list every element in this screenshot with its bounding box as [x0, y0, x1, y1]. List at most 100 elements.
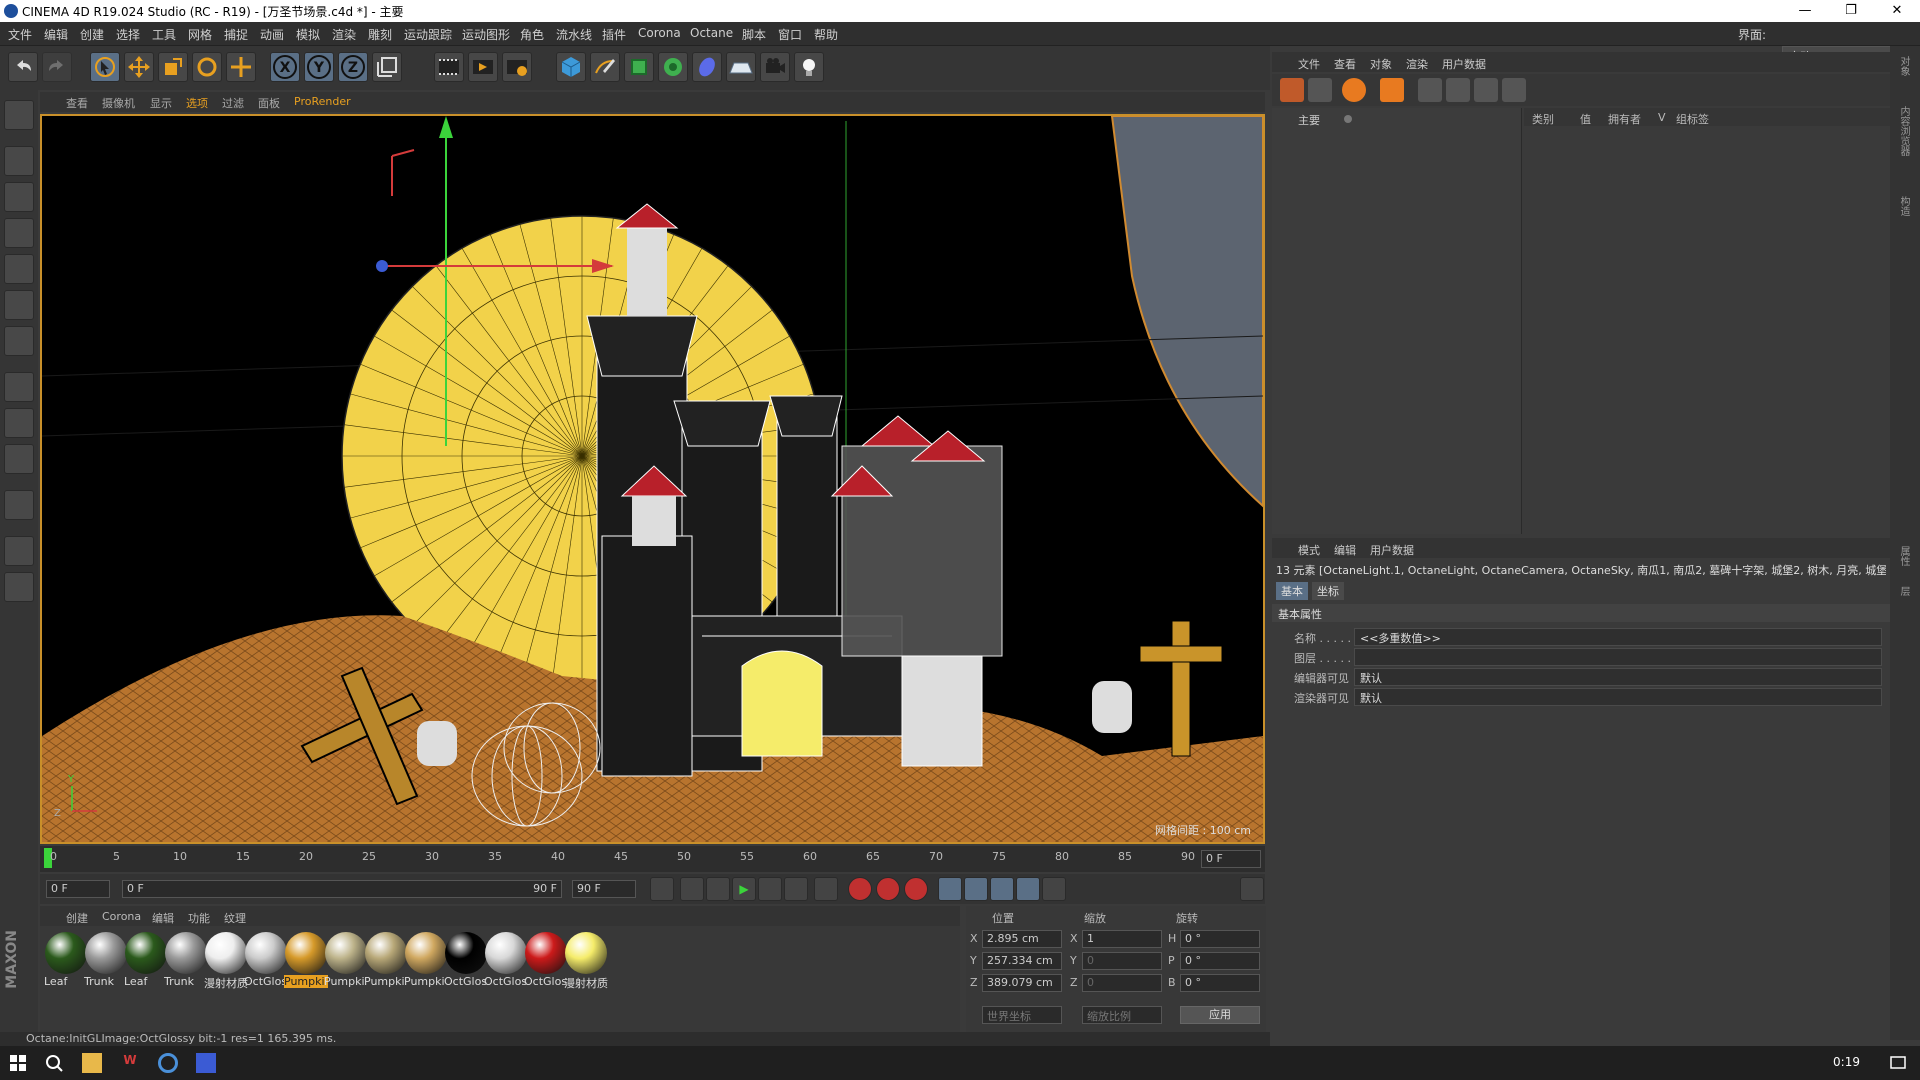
- live-selection-icon[interactable]: [226, 52, 256, 82]
- material-swatch[interactable]: Leaf: [124, 932, 168, 996]
- menu-select[interactable]: 选择: [116, 26, 140, 43]
- object-tree[interactable]: 主要: [1272, 108, 1522, 534]
- material-swatch[interactable]: Leaf: [44, 932, 88, 996]
- render-view-icon[interactable]: [434, 52, 464, 82]
- pos-z-field[interactable]: 389.079 cm: [982, 974, 1062, 992]
- scale-tool-icon[interactable]: [158, 52, 188, 82]
- material-swatch[interactable]: 漫射材质: [204, 932, 248, 996]
- material-swatch[interactable]: Trunk: [164, 932, 208, 996]
- render-settings-icon[interactable]: [502, 52, 532, 82]
- rot-b-field[interactable]: 0 °: [1180, 974, 1260, 992]
- record-parameter-icon[interactable]: [1016, 877, 1040, 901]
- material-swatch[interactable]: 漫射材质: [564, 932, 608, 996]
- mat-menu-edit[interactable]: 编辑: [152, 910, 174, 926]
- render-to-picture-viewer-icon[interactable]: [468, 52, 498, 82]
- editor-visible-select[interactable]: 默认: [1354, 668, 1882, 686]
- rot-p-field[interactable]: 0 °: [1180, 952, 1260, 970]
- light-icon[interactable]: [794, 52, 824, 82]
- side-tab-structure[interactable]: 构造: [1896, 196, 1911, 216]
- record-scale-icon[interactable]: [964, 877, 988, 901]
- material-swatch[interactable]: Pumpki: [404, 932, 448, 996]
- scale-z-field[interactable]: 0: [1082, 974, 1162, 992]
- side-tab-layers[interactable]: 层: [1896, 586, 1911, 596]
- range-slider[interactable]: 0 F 90 F: [122, 880, 562, 898]
- rot-h-field[interactable]: 0 °: [1180, 930, 1260, 948]
- menu-snap[interactable]: 捕捉: [224, 26, 248, 43]
- minimize-button[interactable]: —: [1782, 0, 1828, 22]
- timeline-window-icon[interactable]: [1240, 877, 1264, 901]
- polygons-mode-icon[interactable]: [4, 326, 34, 356]
- attr-menu-mode[interactable]: 模式: [1298, 542, 1320, 558]
- record-active-objects-icon[interactable]: [848, 877, 872, 901]
- obj-menu-view[interactable]: 查看: [1334, 56, 1356, 72]
- menu-octane[interactable]: Octane: [690, 26, 733, 40]
- pos-y-field[interactable]: 257.334 cm: [982, 952, 1062, 970]
- subdivision-surface-icon[interactable]: [624, 52, 654, 82]
- record-pla-icon[interactable]: [1042, 877, 1066, 901]
- obj-menu-objects[interactable]: 对象: [1370, 56, 1392, 72]
- keyframe-selection-icon[interactable]: [904, 877, 928, 901]
- points-mode-icon[interactable]: [4, 254, 34, 284]
- octane-light-icon[interactable]: [1380, 78, 1404, 102]
- scale-y-field[interactable]: 0: [1082, 952, 1162, 970]
- material-swatch[interactable]: Trunk: [84, 932, 128, 996]
- menu-simulate[interactable]: 模拟: [296, 26, 320, 43]
- workplane-icon[interactable]: [4, 536, 34, 566]
- file-explorer-icon[interactable]: [82, 1053, 102, 1073]
- next-key-icon[interactable]: [784, 877, 808, 901]
- material-swatch[interactable]: Pumpki: [364, 932, 408, 996]
- attr-menu-user-data[interactable]: 用户数据: [1370, 542, 1414, 558]
- material-swatch[interactable]: OctGlos: [524, 932, 568, 996]
- model-mode-icon[interactable]: [4, 146, 34, 176]
- vp-menu-display[interactable]: 显示: [150, 95, 172, 111]
- workplane-mode-icon[interactable]: [4, 218, 34, 248]
- notifications-icon[interactable]: [1888, 1053, 1908, 1073]
- menu-mesh[interactable]: 网格: [188, 26, 212, 43]
- menu-motion-tracker[interactable]: 运动跟踪: [404, 26, 452, 43]
- mat-menu-texture[interactable]: 纹理: [224, 910, 246, 926]
- camera-icon[interactable]: [760, 52, 790, 82]
- record-rotation-icon[interactable]: [990, 877, 1014, 901]
- x-axis-lock-icon[interactable]: X: [270, 52, 300, 82]
- rotate-tool-icon[interactable]: [192, 52, 222, 82]
- menu-sculpt[interactable]: 雕刻: [368, 26, 392, 43]
- pen-spline-icon[interactable]: [590, 52, 620, 82]
- octane-live-viewer-icon[interactable]: [1280, 78, 1304, 102]
- texture-mode-icon[interactable]: [4, 182, 34, 212]
- tab-coord[interactable]: 坐标: [1312, 582, 1344, 600]
- next-frame-icon[interactable]: [758, 877, 782, 901]
- menu-pipeline[interactable]: 流水线: [556, 26, 592, 43]
- y-axis-lock-icon[interactable]: Y: [304, 52, 334, 82]
- menu-window[interactable]: 窗口: [778, 26, 802, 43]
- layer-field[interactable]: [1354, 648, 1882, 666]
- z-axis-lock-icon[interactable]: Z: [338, 52, 368, 82]
- scale-mode-select[interactable]: 缩放比例: [1082, 1006, 1162, 1024]
- make-editable-icon[interactable]: [4, 100, 34, 130]
- side-tab-attributes[interactable]: 属性: [1896, 546, 1911, 566]
- material-swatch[interactable]: OctGlos: [444, 932, 488, 996]
- tree-root-label[interactable]: 主要: [1298, 112, 1320, 128]
- octane-settings-icon[interactable]: [1308, 78, 1332, 102]
- vp-menu-view[interactable]: 查看: [66, 95, 88, 111]
- coordinate-system-icon[interactable]: [372, 52, 402, 82]
- layer-dot-icon[interactable]: [1344, 115, 1352, 123]
- deformer-icon[interactable]: [692, 52, 722, 82]
- name-field[interactable]: <<多重数值>>: [1354, 628, 1882, 646]
- vp-menu-options[interactable]: 选项: [186, 95, 208, 111]
- 3d-viewport[interactable]: Y Z 网格间距 : 100 cm: [40, 114, 1265, 844]
- play-icon[interactable]: ▶: [732, 877, 756, 901]
- move-tool-icon[interactable]: [124, 52, 154, 82]
- obj-menu-user-data[interactable]: 用户数据: [1442, 56, 1486, 72]
- octane-vdb-icon[interactable]: [1502, 78, 1526, 102]
- octane-material-icon[interactable]: [1342, 78, 1366, 102]
- material-swatch[interactable]: Pumpki: [284, 932, 328, 996]
- material-swatch[interactable]: OctGlos: [484, 932, 528, 996]
- menu-character[interactable]: 角色: [520, 26, 544, 43]
- menu-tools[interactable]: 工具: [152, 26, 176, 43]
- vp-menu-panel[interactable]: 面板: [258, 95, 280, 111]
- browser-icon[interactable]: [158, 1053, 178, 1073]
- menu-file[interactable]: 文件: [8, 26, 32, 43]
- mat-menu-corona[interactable]: Corona: [102, 910, 141, 923]
- cloner-icon[interactable]: [658, 52, 688, 82]
- coordinate-mode-select[interactable]: 世界坐标: [982, 1006, 1062, 1024]
